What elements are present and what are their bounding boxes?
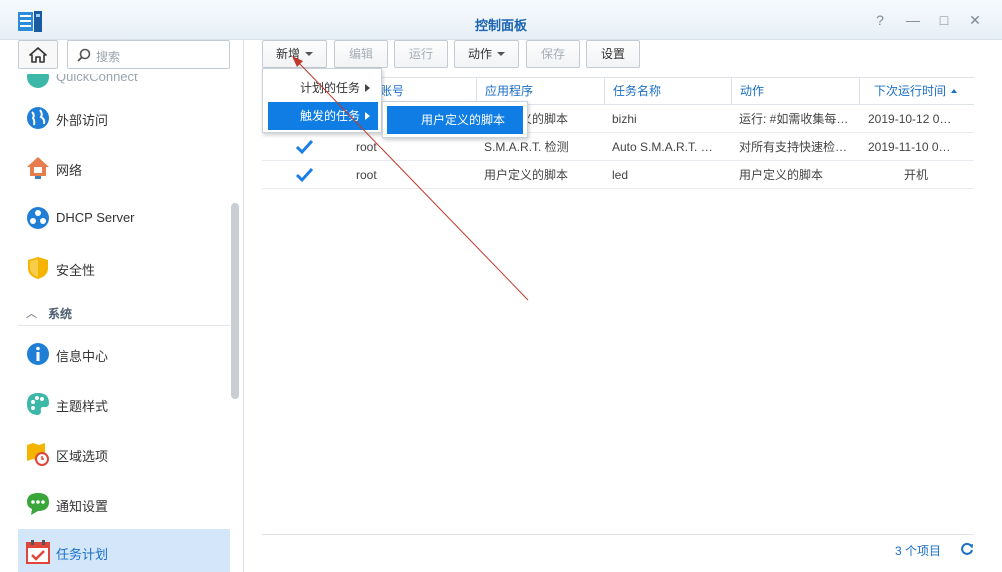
cell-next-run: 开机 [903, 168, 928, 182]
sidebar-item-label: 主题样式 [56, 399, 109, 414]
chevron-down-icon [305, 52, 313, 56]
calendar-check-icon [26, 540, 50, 564]
chat-bubble-icon [27, 493, 49, 515]
region-clock-icon [27, 443, 49, 466]
column-header-name[interactable]: 任务名称 [604, 78, 731, 105]
shield-icon [28, 257, 48, 279]
minimize-button[interactable]: — [904, 11, 922, 29]
create-dropdown-menu: 计划的任务 触发的任务 [262, 68, 382, 133]
menu-item-scheduled-task[interactable]: 计划的任务 [268, 74, 378, 102]
sidebar-item-label: 安全性 [56, 263, 96, 278]
search-placeholder: 搜索 [96, 50, 121, 64]
action-button[interactable]: 动作 [454, 40, 519, 68]
chevron-down-icon [497, 52, 505, 56]
sidebar-item-dhcp[interactable]: DHCP Server [18, 195, 230, 241]
chevron-right-icon [365, 84, 370, 92]
table-row[interactable]: root S.M.A.R.T. 检测 Auto S.M.A.R.T. … 对所有… [262, 133, 974, 161]
column-header-action[interactable]: 动作 [731, 78, 859, 105]
title-bar: 控制面板 ? — □ ✕ [0, 0, 1002, 40]
chevron-up-icon: ︿ [26, 308, 37, 320]
home-button[interactable] [18, 40, 58, 69]
create-button-label: 新增 [275, 47, 300, 61]
info-icon [27, 343, 49, 365]
menu-item-label: 计划的任务 [300, 81, 361, 95]
settings-button[interactable]: 设置 [586, 40, 640, 68]
menu-item-triggered-task[interactable]: 触发的任务 [268, 102, 378, 130]
cell-name: led [612, 168, 629, 182]
sidebar-item-label: DHCP Server [56, 210, 135, 225]
cell-next-run: 2019-11-10 0… [868, 140, 951, 154]
cell-name: bizhi [612, 112, 637, 126]
sidebar-item-security[interactable]: 安全性 [18, 245, 230, 291]
sidebar-item-label: 区域选项 [56, 449, 109, 464]
run-button[interactable]: 运行 [394, 40, 448, 68]
close-button[interactable]: ✕ [966, 11, 984, 29]
sidebar-item-label: 通知设置 [56, 499, 109, 514]
help-button[interactable]: ? [871, 11, 889, 29]
sidebar-item-network[interactable]: 网络 [18, 145, 230, 191]
sidebar-item-label: 信息中心 [56, 349, 109, 364]
section-header-system[interactable]: ︿ 系统 [18, 300, 230, 326]
section-label: 系统 [48, 307, 73, 321]
sidebar-scrollbar[interactable] [231, 203, 239, 399]
search-icon [77, 48, 91, 62]
sort-ascending-icon [951, 89, 958, 93]
sidebar-item-task-scheduler[interactable]: 任务计划 [18, 529, 230, 572]
sidebar-item-theme[interactable]: 主题样式 [18, 381, 230, 427]
sidebar-list: QuickConnect 外部访问 网络 DHCP Server 安全性 ︿ 系… [18, 74, 230, 572]
sidebar-item-regional[interactable]: 区域选项 [18, 431, 230, 477]
edit-button[interactable]: 编辑 [334, 40, 388, 68]
home-icon [29, 47, 47, 63]
sidebar-item-label: 网络 [56, 163, 83, 178]
sidebar-item-info-center[interactable]: 信息中心 [18, 331, 230, 377]
refresh-icon[interactable] [960, 542, 974, 556]
search-input[interactable]: 搜索 [67, 40, 230, 69]
submenu-item-user-script[interactable]: 用户定义的脚本 [387, 106, 523, 134]
checkbox-checked-icon[interactable] [295, 166, 314, 183]
maximize-button[interactable]: □ [935, 11, 953, 29]
column-header-next-run[interactable]: 下次运行时间 [859, 78, 974, 105]
quickconnect-icon [27, 74, 49, 88]
cell-app: 用户定义的脚本 [484, 168, 569, 182]
window-title: 控制面板 [474, 18, 527, 33]
sidebar-item-notification[interactable]: 通知设置 [18, 481, 230, 527]
cell-user: root [356, 168, 377, 182]
triggered-task-submenu: 用户定义的脚本 [382, 101, 528, 138]
palette-icon [27, 393, 49, 415]
menu-item-label: 触发的任务 [300, 109, 361, 123]
chevron-right-icon [365, 112, 370, 120]
sidebar-item-label: 任务计划 [56, 547, 109, 562]
globe-icon [27, 107, 49, 129]
checkbox-checked-icon[interactable] [295, 138, 314, 155]
house-network-icon [27, 157, 49, 179]
cell-action: 用户定义的脚本 [739, 168, 824, 182]
table-row[interactable]: root 用户定义的脚本 led 用户定义的脚本 开机 [262, 161, 974, 189]
action-button-label: 动作 [467, 47, 492, 61]
sidebar-item-external-access[interactable]: 外部访问 [18, 95, 230, 141]
save-button[interactable]: 保存 [526, 40, 580, 68]
task-grid: 用户账号 应用程序 任务名称 动作 下次运行时间 root 用户定义的脚本 bi… [262, 77, 974, 534]
create-button[interactable]: 新增 [262, 40, 327, 68]
cell-next-run: 2019-10-12 0… [868, 112, 952, 126]
cell-action: 运行: #如需收集每… [739, 112, 849, 126]
column-header-next-run-label: 下次运行时间 [874, 84, 947, 98]
sidebar: 搜索 QuickConnect 外部访问 网络 DHCP Server 安全性 … [0, 40, 244, 572]
sidebar-item-label: 外部访问 [56, 113, 109, 128]
grid-footer: 3 个项目 [262, 534, 974, 564]
sidebar-item-label: QuickConnect [56, 74, 138, 84]
cell-name: Auto S.M.A.R.T. … [612, 140, 713, 154]
control-panel-window: 控制面板 ? — □ ✕ 搜索 QuickConnect 外部访问 网络 DHC… [0, 0, 1002, 572]
dhcp-icon [27, 207, 49, 229]
cell-action: 对所有支持快速检… [739, 140, 848, 154]
item-count: 3 个项目 [894, 544, 941, 558]
